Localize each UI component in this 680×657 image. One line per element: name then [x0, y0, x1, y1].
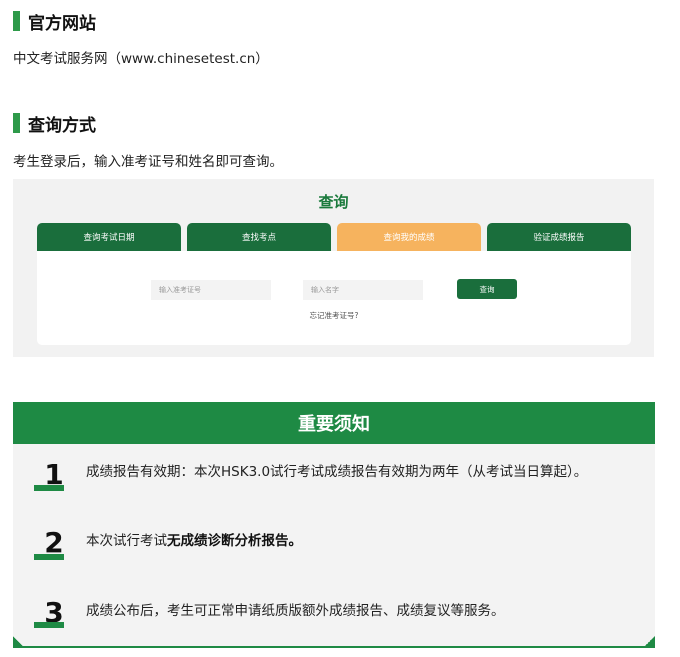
tab-exam-date[interactable]: 查询考试日期 [37, 223, 181, 251]
query-method-title: 查询方式 [28, 115, 96, 136]
admission-number-input[interactable]: 输入准考证号 [151, 280, 271, 300]
tab-verify-report[interactable]: 验证成绩报告 [487, 223, 631, 251]
notice-text: 成绩报告有效期：本次HSK3.0试行考试成绩报告有效期为两年（从考试当日算起）。 [86, 464, 588, 480]
query-form-card: 输入准考证号 输入名字 查询 忘记准考证号? [37, 251, 631, 345]
notice-corner-right [645, 636, 655, 646]
number-underline [34, 554, 64, 560]
notice-corner-left [13, 636, 23, 646]
notice-text: 成绩公布后，考生可正常申请纸质版额外成绩报告、成绩复议等服务。 [86, 603, 505, 619]
tab-find-center[interactable]: 查找考点 [187, 223, 331, 251]
tab-my-score[interactable]: 查询我的成绩 [337, 223, 481, 251]
query-tabs: 查询考试日期 查找考点 查询我的成绩 验证成绩报告 [37, 223, 631, 251]
forgot-admission-link[interactable]: 忘记准考证号? [37, 310, 631, 321]
query-page-screenshot: 查询 查询考试日期 查找考点 查询我的成绩 验证成绩报告 输入准考证号 输入名字… [13, 179, 654, 357]
notice-text: 本次试行考试无成绩诊断分析报告。 [86, 529, 641, 553]
query-button[interactable]: 查询 [457, 279, 517, 299]
query-method-text: 考生登录后，输入准考证号和姓名即可查询。 [13, 154, 283, 170]
heading-accent-bar [13, 113, 20, 133]
heading-accent-bar [13, 11, 20, 31]
important-notice: 重要须知 1 成绩报告有效期：本次HSK3.0试行考试成绩报告有效期为两年（从考… [13, 402, 655, 648]
official-site-heading: 官方网站 [13, 9, 96, 34]
notice-title: 重要须知 [13, 402, 655, 444]
official-site-text: 中文考试服务网（www.chinesetest.cn） [13, 51, 269, 67]
number-underline [34, 622, 64, 628]
notice-text-prefix: 本次试行考试 [86, 533, 167, 549]
name-input[interactable]: 输入名字 [303, 280, 423, 300]
official-site-title: 官方网站 [28, 13, 96, 34]
query-page-title: 查询 [318, 193, 349, 211]
query-method-heading: 查询方式 [13, 111, 96, 136]
number-underline [34, 485, 64, 491]
notice-text-bold: 无成绩诊断分析报告。 [167, 533, 302, 549]
